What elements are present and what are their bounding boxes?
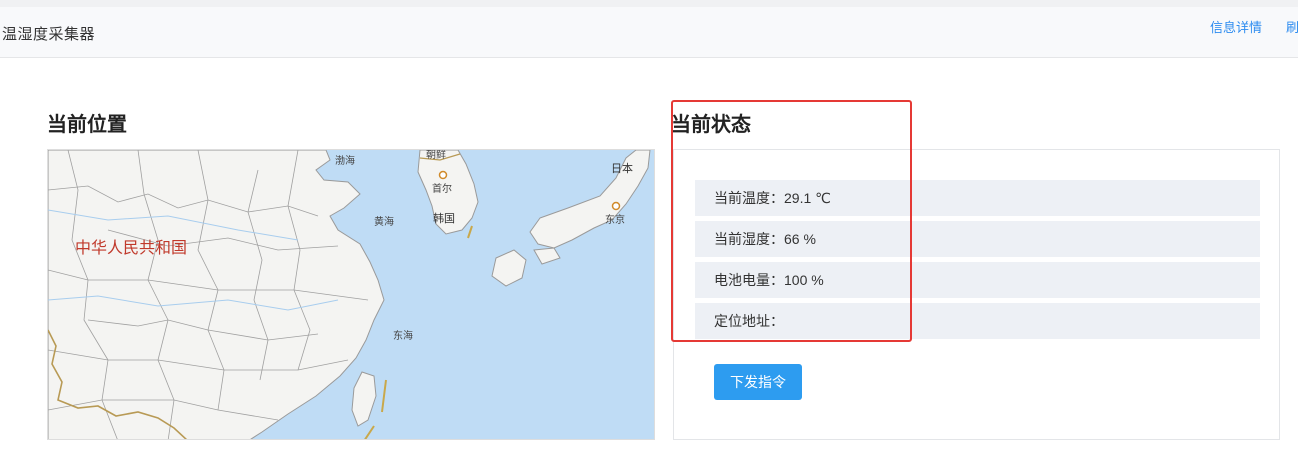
status-title: 当前状态 <box>671 114 751 136</box>
sea-line-3 <box>467 225 473 239</box>
korea-label: 韩国 <box>433 213 455 225</box>
top-strip <box>0 0 1298 7</box>
map-canvas <box>48 150 651 439</box>
battery-row: 电池电量：100 % <box>695 262 1260 298</box>
japan-label: 日本 <box>611 163 633 175</box>
bohai-label: 渤海 <box>335 156 355 167</box>
info-detail-link[interactable]: 信息详情 <box>1210 17 1262 36</box>
japan-kyushu <box>491 249 527 287</box>
location-title: 当前位置 <box>47 114 127 136</box>
tokyo-marker <box>611 201 621 211</box>
seoul-label: 首尔 <box>432 184 452 195</box>
app-title: 温湿度采集器 <box>2 26 96 43</box>
temperature-row: 当前温度：29.1 ℃ <box>695 180 1260 216</box>
japan-shikoku <box>533 247 561 265</box>
country-label: 中华人民共和国 <box>75 240 188 257</box>
location-map[interactable]: 渤海 朝鲜 首尔 黄海 韩国 日本 东京 东海 中华人民共和国 <box>47 149 655 440</box>
app-header: 温湿度采集器 信息详情 刷 <box>0 7 1298 58</box>
sea-line <box>381 379 387 413</box>
seoul-marker <box>438 170 448 180</box>
status-panel: 当前温度：29.1 ℃ 当前湿度：66 % 电池电量：100 % 定位地址： 下… <box>673 149 1280 440</box>
send-command-button[interactable]: 下发指令 <box>714 364 802 400</box>
tokyo-label: 东京 <box>605 215 625 226</box>
yellow-sea-label: 黄海 <box>374 217 394 228</box>
address-row: 定位地址： <box>695 303 1260 339</box>
humidity-row: 当前湿度：66 % <box>695 221 1260 257</box>
sea-line-2 <box>364 425 375 439</box>
refresh-link[interactable]: 刷 <box>1286 17 1298 36</box>
taiwan-island <box>351 371 377 427</box>
east-sea-label: 东海 <box>393 331 413 342</box>
north-korea-label: 朝鲜 <box>426 150 446 161</box>
